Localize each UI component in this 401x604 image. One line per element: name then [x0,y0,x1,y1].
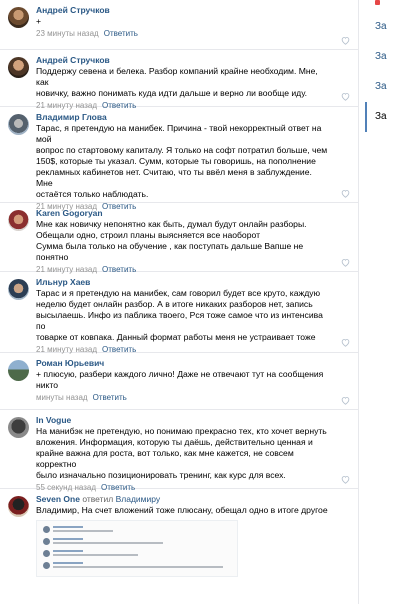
comment-text: + плюсую, разбери каждого лично! Даже не… [36,369,328,391]
like-heart-icon[interactable] [341,475,350,484]
comment-text-line: + [36,16,42,26]
comment-text-line: Сумма была только на обучение , как пост… [36,241,304,262]
comment-text: Мне как новичку непонятно как быть, дума… [36,219,328,263]
comment-text: Владимир, На счет вложений тоже плюсану,… [36,505,328,516]
comment-text-line: Владимир, На счет вложений тоже плюсану,… [36,505,328,515]
comment-text-line: товарке от ковпака. Данный формат работы… [36,332,316,342]
reply-button[interactable]: Ответить [93,393,127,402]
comment-text-line: остаётся только наблюдать. [36,189,149,199]
comment-time[interactable]: 23 минуты назад [36,29,99,38]
comment-text: Тарас, я претендую на манибек. Причина -… [36,123,328,200]
comment-text-line: вопрос по стартовому капиталу. Я только … [36,145,328,155]
comment-text-line: никто [36,380,59,390]
like-heart-icon[interactable] [341,189,350,198]
comment-text-line: Тарас и я претендую на манибек, сам гово… [36,288,321,298]
side-menu-item-active[interactable]: За [365,102,401,132]
comment-body: Seven One ответил Владимиру Владимир, На… [36,489,358,582]
comment-text: Тарас и я претендую на манибек, сам гово… [36,288,328,343]
comment-body: In Vogue На манибэк не претендую, но пон… [36,410,358,499]
comment-item: Андрей Стручков + 23 минуты назад Ответит… [0,0,358,50]
comment-body: Роман Юрьевич + плюсую, разбери каждого … [36,353,358,409]
comment-item: Андрей Стручков Поддержу севена и белека… [0,50,358,110]
comment-body: Ильнур Хаев Тарас и я претендую на маниб… [36,272,358,361]
notification-marker-icon [375,0,380,5]
like-heart-icon[interactable] [341,258,350,267]
comment-text-line: неделю будет онлайн разбор. А в итоге ни… [36,299,313,309]
reply-button[interactable]: Ответить [104,29,138,38]
side-menu-item[interactable]: Зa [365,12,401,42]
attached-screenshot[interactable] [36,520,238,577]
comment-author[interactable]: In Vogue [36,413,328,426]
right-side-menu: Зa За За За [365,0,401,604]
comment-body: Андрей Стручков + 23 минуты назад Ответит… [36,0,358,45]
comment-author[interactable]: Владимир Глова [36,110,328,123]
comment-text-line: Тарас, я претендую на манибек. Причина -… [36,123,322,144]
comment-text-line: На манибэк не претендую, но понимаю прек… [36,426,327,436]
comment-body: Владимир Глова Тарас, я претендую на ман… [36,107,358,218]
side-menu-item[interactable]: За [365,42,401,72]
like-heart-icon[interactable] [341,338,350,347]
avatar[interactable] [8,7,29,28]
comment-text-line: рекламных кабинетов нет. Считаю, что ты … [36,167,312,188]
comment-text-line: вложения. Информация, которую ты даёшь, … [36,437,313,447]
comment-text: + [36,16,328,27]
comment-meta: 23 минуты назад Ответить [36,28,328,40]
comment-time[interactable]: минуты назад [36,393,88,402]
comment-text-line: 150$, которые ты указал. Сумм, которые т… [36,156,316,166]
side-menu-item[interactable]: За [365,72,401,102]
comment-meta: минуты назад Ответить [36,392,328,404]
comment-text-line: высылаешь. Инфо из паблика твоего, Рся т… [36,310,323,331]
comment-author[interactable]: Seven One [36,494,80,504]
comment-item: Karen Gogoryan Мне как новичку непонятно… [0,203,358,274]
comment-author[interactable]: Ильнур Хаев [36,275,328,288]
avatar[interactable] [8,496,29,517]
comment-author[interactable]: Андрей Стручков [36,3,328,16]
comment-text-line: новичку, важно понимать куда идти дальше… [36,88,308,98]
avatar[interactable] [8,210,29,231]
comment-text-line: Обещали одно, строил планы выясняется вс… [36,230,261,240]
like-heart-icon[interactable] [341,92,350,101]
comment-item: Роман Юрьевич + плюсую, разбери каждого … [0,353,358,410]
comment-author[interactable]: Karen Gogoryan [36,206,328,219]
comment-author[interactable]: Роман Юрьевич [36,356,328,369]
comment-text-line: + плюсую, разбери каждого лично! Даже не… [36,369,324,379]
avatar[interactable] [8,57,29,78]
avatar[interactable] [8,417,29,438]
comment-item: Ильнур Хаев Тарас и я претендую на маниб… [0,272,358,354]
reply-action: ответил [82,494,114,504]
side-menu-top [365,0,401,12]
like-heart-icon[interactable] [341,36,350,45]
comment-text-line: Мне как новичку непонятно как быть, дума… [36,219,307,229]
comment-item: Seven One ответил Владимиру Владимир, На… [0,489,358,599]
comment-body: Karen Gogoryan Мне как новичку непонятно… [36,203,358,281]
comment-text-line: Поддержу севена и белека. Разбор компани… [36,66,318,87]
avatar[interactable] [8,360,29,381]
comment-item: In Vogue На манибэк не претендую, но пон… [0,410,358,492]
comment-text-line: было изначально позиционировать тренинг,… [36,470,286,480]
reply-target[interactable]: Владимиру [116,494,161,504]
like-heart-icon[interactable] [341,396,350,405]
comment-header: Seven One ответил Владимиру [36,492,328,505]
comments-feed: Андрей Стручков + 23 минуты назад Ответит… [0,0,359,604]
comment-author[interactable]: Андрей Стручков [36,53,328,66]
comment-text: Поддержу севена и белека. Разбор компани… [36,66,328,99]
comment-text-line: крайне важна для роста, вот только, как … [36,448,294,469]
comment-item: Владимир Глова Тарас, я претендую на ман… [0,107,358,211]
avatar[interactable] [8,279,29,300]
avatar[interactable] [8,114,29,135]
comment-text: На манибэк не претендую, но понимаю прек… [36,426,328,481]
